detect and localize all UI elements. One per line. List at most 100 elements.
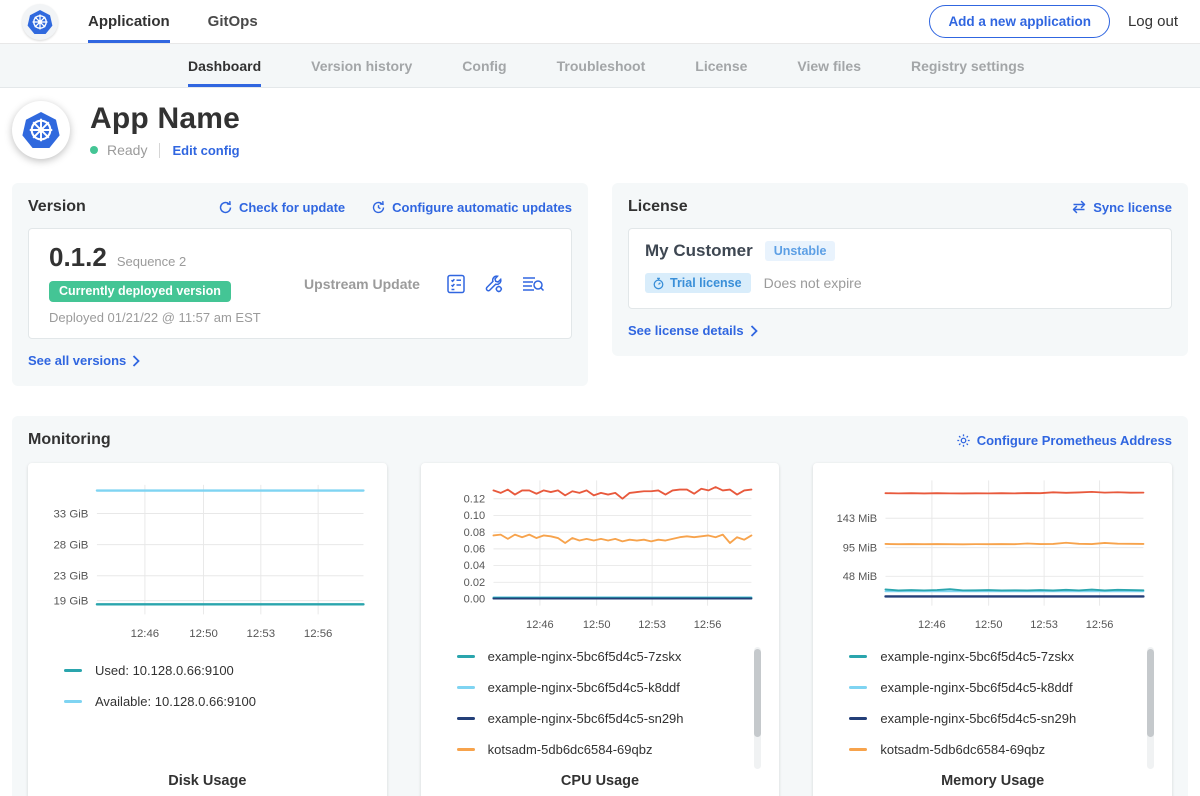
sync-license-link[interactable]: Sync license [1071,200,1172,215]
topnav-tab-application[interactable]: Application [88,0,170,43]
svg-text:0.08: 0.08 [463,527,485,539]
legend-color-swatch [457,748,475,751]
app-sub-navigation: Dashboard Version history Config Troublesho… [0,44,1200,88]
schedule-refresh-icon [371,200,386,215]
subnav-item-license[interactable]: License [695,44,747,87]
view-logs-icon[interactable] [521,273,545,295]
legend-label: example-nginx-5bc6f5d4c5-k8ddf [880,680,1072,695]
version-number: 0.1.2 [49,242,107,273]
svg-text:12:50: 12:50 [582,619,610,631]
svg-text:12:56: 12:56 [1086,619,1114,631]
version-sequence: Sequence 2 [117,254,186,269]
topnav-tab-gitops[interactable]: GitOps [208,0,258,43]
chart-legend: example-nginx-5bc6f5d4c5-7zskx example-ng… [849,649,1164,773]
disk-usage-chart-title: Disk Usage [36,773,379,793]
disk-usage-chart: 19 GiB23 GiB28 GiB33 GiB12:4612:5012:531… [36,473,379,651]
subnav-item-troubleshoot[interactable]: Troubleshoot [557,44,646,87]
check-for-update-link[interactable]: Check for update [218,200,345,215]
legend-item: Available: 10.128.0.66:9100 [64,694,379,709]
subnav-item-view-files[interactable]: View files [797,44,861,87]
legend-color-swatch [64,669,82,672]
svg-text:143 MiB: 143 MiB [837,513,878,525]
license-card-title: License [628,198,688,216]
legend-label: example-nginx-5bc6f5d4c5-7zskx [880,649,1074,664]
see-all-versions-link[interactable]: See all versions [28,353,140,368]
legend-color-swatch [849,717,867,720]
app-avatar [12,101,70,159]
legend-color-swatch [457,686,475,689]
divider [159,143,160,158]
version-card: Version Check for update Configure au [12,183,588,386]
top-navigation: ApplicationGitOps Add a new application … [0,0,1200,44]
brand-logo[interactable] [22,0,58,43]
legend-label: Used: 10.128.0.66:9100 [95,663,234,678]
svg-text:0.02: 0.02 [463,577,485,589]
svg-text:48 MiB: 48 MiB [843,571,877,583]
cpu-usage-chart: 0.000.020.040.060.080.100.1212:4612:5012… [429,473,772,637]
legend-item: example-nginx-5bc6f5d4c5-7zskx [849,649,1164,664]
legend-label: example-nginx-5bc6f5d4c5-sn29h [880,711,1076,726]
scrollbar-thumb[interactable] [754,649,761,737]
cpu-usage-chart-title: CPU Usage [429,773,772,793]
subnav-item-dashboard[interactable]: Dashboard [188,44,261,87]
add-application-button[interactable]: Add a new application [929,5,1110,38]
cpu-usage-card: 0.000.020.040.060.080.100.1212:4612:5012… [421,463,780,796]
legend-item: example-nginx-5bc6f5d4c5-sn29h [457,711,772,726]
scrollbar-thumb[interactable] [1147,649,1154,737]
memory-usage-chart-title: Memory Usage [821,773,1164,793]
legend-item: example-nginx-5bc6f5d4c5-k8ddf [457,680,772,695]
series-line [886,492,1144,494]
subnav-item-config[interactable]: Config [462,44,506,87]
legend-item: Used: 10.128.0.66:9100 [64,663,379,678]
svg-text:12:46: 12:46 [131,628,160,640]
stopwatch-icon [652,277,665,290]
svg-text:12:56: 12:56 [304,628,333,640]
legend-label: example-nginx-5bc6f5d4c5-sn29h [488,711,684,726]
legend-item: example-nginx-5bc6f5d4c5-k8ddf [849,680,1164,695]
deployed-timestamp: Deployed 01/21/22 @ 11:57 am EST [49,310,279,325]
legend-scrollbar[interactable] [1147,647,1154,769]
config-wrench-icon[interactable] [483,273,505,295]
app-header: App Name Ready Edit config [0,88,1200,173]
deployed-badge: Currently deployed version [49,281,231,302]
subnav-item-registry-settings[interactable]: Registry settings [911,44,1025,87]
series-line [493,487,751,499]
svg-text:12:50: 12:50 [975,619,1003,631]
svg-text:0.04: 0.04 [463,560,485,572]
monitoring-section: Monitoring Configure Prometheus Address … [12,416,1188,796]
memory-usage-chart: 48 MiB95 MiB143 MiB12:4612:5012:5312:56 [821,473,1164,637]
configure-automatic-updates-link[interactable]: Configure automatic updates [371,200,572,215]
topnav-tabs: Application GitOps [88,0,258,43]
legend-item: kotsadm-5db6dc6584-69qbz [457,742,772,757]
legend-color-swatch [849,686,867,689]
gear-icon [956,433,971,448]
configure-prometheus-link[interactable]: Configure Prometheus Address [956,433,1172,448]
edit-config-link[interactable]: Edit config [172,143,239,158]
legend-label: kotsadm-5db6dc6584-69qbz [488,742,653,757]
disk-usage-card: 19 GiB23 GiB28 GiB33 GiB12:4612:5012:531… [28,463,387,796]
see-license-details-link[interactable]: See license details [628,323,758,338]
channel-badge: Unstable [765,241,836,261]
license-card: License Sync license My Customer Unstabl… [612,183,1188,356]
subnav-item-version-history[interactable]: Version history [311,44,412,87]
series-line [493,535,751,543]
page-title: App Name [90,102,240,136]
license-expiry: Does not expire [764,275,862,291]
svg-text:0.00: 0.00 [463,594,485,606]
legend-label: example-nginx-5bc6f5d4c5-k8ddf [488,680,680,695]
logout-button[interactable]: Log out [1128,13,1178,30]
svg-text:0.06: 0.06 [463,544,485,556]
chart-legend: example-nginx-5bc6f5d4c5-7zskxexample-ng… [457,649,772,773]
svg-text:12:46: 12:46 [918,619,946,631]
legend-scrollbar[interactable] [754,647,761,769]
svg-text:0.12: 0.12 [463,493,485,505]
legend-color-swatch [849,655,867,658]
app-status: Ready [107,142,147,158]
preflight-checks-icon[interactable] [445,273,467,295]
legend-label: Available: 10.128.0.66:9100 [95,694,256,709]
series-line [886,589,1144,590]
kubernetes-logo-icon [26,8,54,36]
svg-text:12:46: 12:46 [526,619,554,631]
svg-text:95 MiB: 95 MiB [843,542,877,554]
svg-text:23 GiB: 23 GiB [53,571,88,583]
